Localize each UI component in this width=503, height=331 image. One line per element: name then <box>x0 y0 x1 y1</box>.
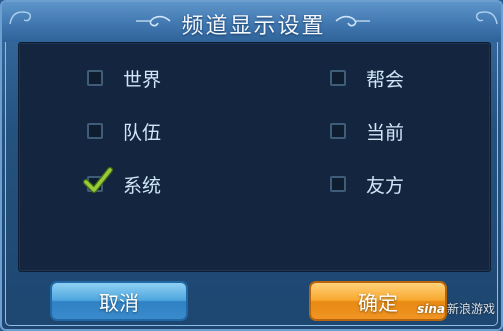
channel-option-guild[interactable]: 帮会 <box>330 65 404 91</box>
checkbox[interactable] <box>330 176 346 192</box>
checkbox[interactable] <box>330 123 346 139</box>
watermark-text: 新浪游戏 <box>446 302 495 316</box>
checkbox[interactable] <box>87 123 103 139</box>
sina-games-watermark: sina 新浪游戏 <box>417 300 495 317</box>
channel-option-system[interactable]: 系统 <box>83 167 162 197</box>
watermark-brand: sina <box>417 301 445 316</box>
dialog-window: 频道显示设置 世界 帮会 队伍 当前 系统 友方 取消 确定 sina 新浪游戏 <box>0 0 503 331</box>
channel-option-team[interactable]: 队伍 <box>87 118 161 144</box>
checkbox-checked[interactable] <box>83 167 113 193</box>
option-label: 帮会 <box>366 68 405 91</box>
channel-option-current[interactable]: 当前 <box>330 118 404 144</box>
checkbox[interactable] <box>330 70 346 86</box>
option-label: 友方 <box>366 174 405 197</box>
corner-ornament-right-icon <box>475 11 498 25</box>
option-label: 世界 <box>123 68 162 91</box>
checkbox[interactable] <box>87 70 103 86</box>
cancel-button[interactable]: 取消 <box>50 281 188 321</box>
title-ornament-right-icon <box>335 15 370 27</box>
checkmark-icon <box>83 167 113 193</box>
title-bar: 频道显示设置 <box>2 2 501 42</box>
option-label: 系统 <box>123 174 162 197</box>
option-label: 队伍 <box>123 121 162 144</box>
option-label: 当前 <box>366 121 405 144</box>
channel-option-world[interactable]: 世界 <box>87 65 161 91</box>
dialog-title: 频道显示设置 <box>181 14 326 39</box>
channel-option-friendly[interactable]: 友方 <box>330 171 404 197</box>
